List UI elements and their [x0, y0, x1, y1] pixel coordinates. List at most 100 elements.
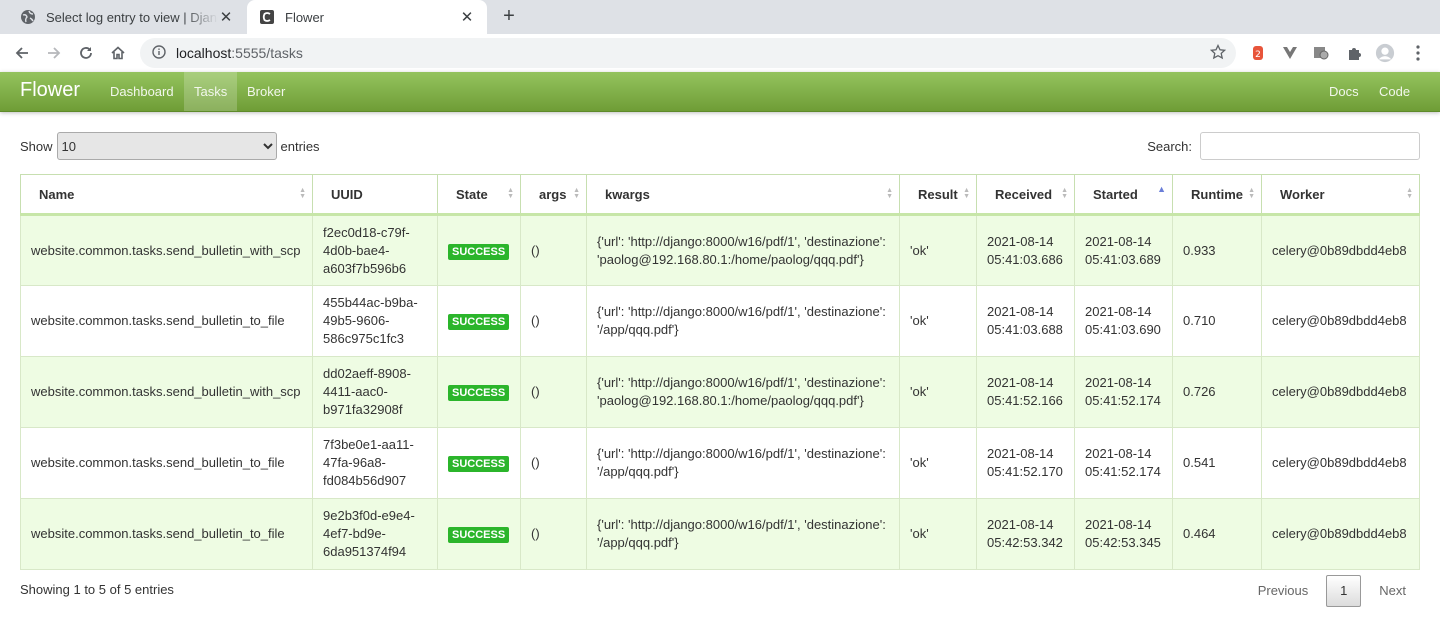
- table-row: website.common.tasks.send_bulletin_to_fi…: [20, 498, 1420, 570]
- column-header-started[interactable]: Started ▲: [1074, 174, 1173, 216]
- task-uuid-link[interactable]: dd02aeff-8908-4411-aac0-b971fa32908f: [312, 356, 438, 428]
- task-uuid-link[interactable]: 455b44ac-b9ba-49b5-9606-586c975c1fc3: [312, 285, 438, 357]
- task-received: 2021-08-14 05:41:03.688: [976, 285, 1075, 357]
- browser-tab-flower[interactable]: Flower ✕: [247, 0, 487, 34]
- nav-code[interactable]: Code: [1369, 72, 1420, 111]
- task-args: (): [520, 285, 587, 357]
- task-worker-link[interactable]: celery@0b89dbdd4eb8: [1261, 356, 1420, 428]
- task-result: 'ok': [899, 356, 977, 428]
- reload-icon[interactable]: [74, 41, 98, 65]
- back-icon[interactable]: [10, 41, 34, 65]
- tab-title: Select log entry to view | Django site a…: [46, 9, 218, 25]
- next-button[interactable]: Next: [1365, 575, 1420, 607]
- sort-icon: ▲ ▼: [299, 187, 306, 200]
- nav-broker[interactable]: Broker: [237, 72, 295, 111]
- task-args: (): [520, 356, 587, 428]
- task-started: 2021-08-14 05:41:52.174: [1074, 427, 1173, 499]
- extension-icon-gear[interactable]: [1311, 43, 1331, 63]
- brand-logo[interactable]: Flower: [20, 79, 80, 102]
- tab-title: Flower: [285, 9, 325, 25]
- nav-docs[interactable]: Docs: [1319, 72, 1369, 111]
- task-started: 2021-08-14 05:41:52.174: [1074, 356, 1173, 428]
- task-uuid-link[interactable]: 9e2b3f0d-e9e4-4ef7-bd9e-6da951374f94: [312, 498, 438, 570]
- browser-toolbar: localhost:5555/tasks 2: [0, 34, 1440, 72]
- url-path: :5555/tasks: [231, 45, 303, 61]
- column-header-kwargs[interactable]: kwargs ▲ ▼: [586, 174, 900, 216]
- tasks-table: Name ▲ ▼ UUID State ▲ ▼ args ▲ ▼ kwargs ▲ ▼ Resu…: [20, 174, 1420, 570]
- close-icon[interactable]: ✕: [218, 8, 234, 26]
- column-header-result[interactable]: Result ▲ ▼: [899, 174, 977, 216]
- task-runtime: 0.464: [1172, 498, 1262, 570]
- show-label: Show: [20, 138, 53, 154]
- status-badge: SUCCESS: [448, 527, 510, 543]
- nav-tasks[interactable]: Tasks: [184, 72, 238, 111]
- search-input[interactable]: [1200, 132, 1420, 160]
- nav-dashboard[interactable]: Dashboard: [100, 72, 184, 111]
- globe-icon: [20, 9, 36, 25]
- sort-icon: ▲ ▼: [1061, 187, 1068, 200]
- column-header-worker[interactable]: Worker ▲ ▼: [1261, 174, 1420, 216]
- menu-icon[interactable]: [1408, 43, 1428, 63]
- task-worker-link[interactable]: celery@0b89dbdd4eb8: [1261, 427, 1420, 499]
- sort-icon: ▲ ▼: [886, 187, 893, 200]
- column-header-runtime[interactable]: Runtime ▲ ▼: [1172, 174, 1262, 216]
- star-icon[interactable]: [1209, 43, 1227, 63]
- previous-button[interactable]: Previous: [1244, 575, 1323, 607]
- extension-icon-red[interactable]: 2: [1248, 43, 1268, 63]
- task-runtime: 0.933: [1172, 214, 1262, 286]
- column-header-uuid[interactable]: UUID: [312, 174, 438, 216]
- table-row: website.common.tasks.send_bulletin_with_…: [20, 214, 1420, 286]
- url-host: localhost: [176, 45, 232, 61]
- page-button-current[interactable]: 1: [1326, 575, 1362, 607]
- task-args: (): [520, 214, 587, 286]
- browser-tab-django[interactable]: Select log entry to view | Django site a…: [8, 0, 246, 34]
- forward-icon[interactable]: [42, 41, 66, 65]
- task-started: 2021-08-14 05:42:53.345: [1074, 498, 1173, 570]
- search-label: Search:: [1147, 138, 1192, 154]
- task-started: 2021-08-14 05:41:03.689: [1074, 214, 1173, 286]
- info-icon[interactable]: [152, 44, 166, 62]
- task-args: (): [520, 427, 587, 499]
- task-runtime: 0.726: [1172, 356, 1262, 428]
- column-header-args[interactable]: args ▲ ▼: [520, 174, 587, 216]
- profile-icon[interactable]: [1375, 43, 1395, 63]
- task-result: 'ok': [899, 285, 977, 357]
- close-icon[interactable]: ✕: [459, 8, 475, 26]
- task-received: 2021-08-14 05:41:52.170: [976, 427, 1075, 499]
- table-row: website.common.tasks.send_bulletin_to_fi…: [20, 285, 1420, 357]
- sort-icon: ▲ ▼: [1406, 187, 1413, 200]
- task-state: SUCCESS: [437, 498, 521, 570]
- task-kwargs: {'url': 'http://django:8000/w16/pdf/1', …: [586, 427, 900, 499]
- column-header-state[interactable]: State ▲ ▼: [437, 174, 521, 216]
- task-kwargs: {'url': 'http://django:8000/w16/pdf/1', …: [586, 285, 900, 357]
- task-worker-link[interactable]: celery@0b89dbdd4eb8: [1261, 214, 1420, 286]
- sort-icon: ▲ ▼: [507, 187, 514, 200]
- task-name: website.common.tasks.send_bulletin_with_…: [20, 214, 313, 286]
- puzzle-icon[interactable]: [1344, 43, 1364, 63]
- sort-icon: ▲ ▼: [1248, 187, 1255, 200]
- home-icon[interactable]: [106, 41, 130, 65]
- entries-select[interactable]: 10: [56, 132, 277, 160]
- task-uuid-link[interactable]: f2ec0d18-c79f-4d0b-bae4-a603f7b596b6: [312, 214, 438, 286]
- plus-icon[interactable]: +: [498, 5, 520, 27]
- task-name: website.common.tasks.send_bulletin_to_fi…: [20, 427, 313, 499]
- task-worker-link[interactable]: celery@0b89dbdd4eb8: [1261, 498, 1420, 570]
- flower-favicon: [259, 9, 275, 25]
- extension-icon-vue[interactable]: [1280, 43, 1300, 63]
- column-header-name[interactable]: Name ▲ ▼: [20, 174, 313, 216]
- task-worker-link[interactable]: celery@0b89dbdd4eb8: [1261, 285, 1420, 357]
- task-state: SUCCESS: [437, 356, 521, 428]
- address-bar[interactable]: localhost:5555/tasks: [140, 38, 1236, 68]
- task-kwargs: {'url': 'http://django:8000/w16/pdf/1', …: [586, 214, 900, 286]
- pagination: Previous 1 Next: [1244, 575, 1420, 607]
- task-result: 'ok': [899, 427, 977, 499]
- column-header-received[interactable]: Received ▲ ▼: [976, 174, 1075, 216]
- task-uuid-link[interactable]: 7f3be0e1-aa11-47fa-96a8-fd084b56d907: [312, 427, 438, 499]
- sort-icon: ▲ ▼: [573, 187, 580, 200]
- task-state: SUCCESS: [437, 214, 521, 286]
- task-runtime: 0.541: [1172, 427, 1262, 499]
- task-state: SUCCESS: [437, 427, 521, 499]
- task-received: 2021-08-14 05:41:52.166: [976, 356, 1075, 428]
- task-runtime: 0.710: [1172, 285, 1262, 357]
- task-received: 2021-08-14 05:41:03.686: [976, 214, 1075, 286]
